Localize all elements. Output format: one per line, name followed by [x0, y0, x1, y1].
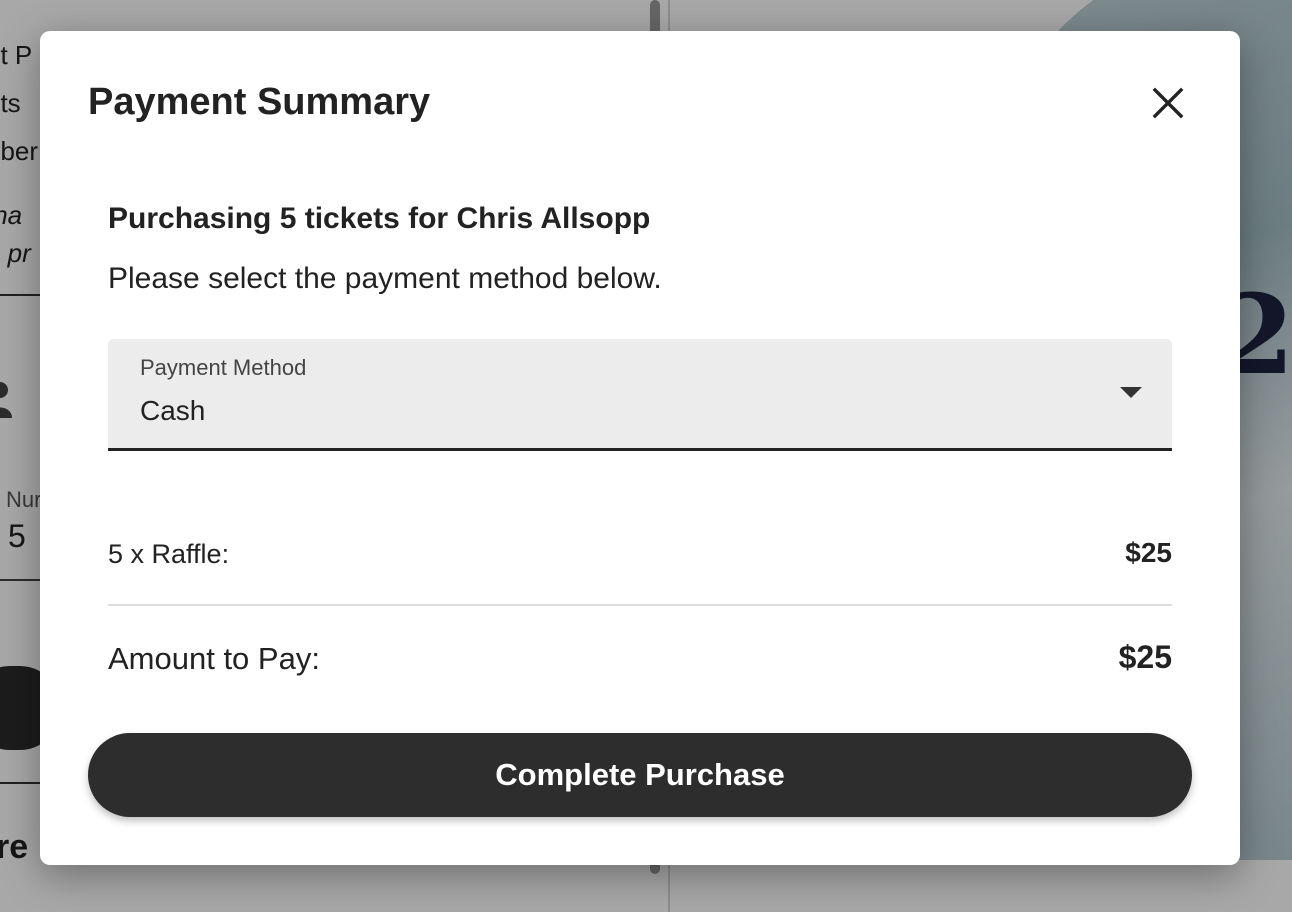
line-item-amount: $25: [1125, 537, 1172, 568]
close-icon[interactable]: [1152, 87, 1184, 119]
payment-method-select[interactable]: Payment Method Cash: [108, 339, 1172, 451]
payment-summary-dialog: Payment Summary Purchasing 5 tickets for…: [40, 31, 1240, 865]
line-item-label: 5 x Raffle:: [108, 539, 230, 569]
dialog-title: Payment Summary: [88, 81, 431, 123]
total-row: Amount to Pay: $25: [108, 635, 1172, 683]
total-amount: $25: [1118, 639, 1172, 675]
payment-instructions: Please select the payment method below.: [108, 262, 662, 295]
purchase-subtitle: Purchasing 5 tickets for Chris Allsopp: [108, 202, 651, 235]
close-button[interactable]: [1146, 81, 1190, 125]
total-label: Amount to Pay:: [108, 641, 320, 676]
payment-method-label: Payment Method: [140, 355, 307, 380]
dropdown-arrow-icon[interactable]: [1120, 387, 1142, 398]
payment-method-value[interactable]: Cash: [140, 395, 205, 427]
summary-divider: [108, 604, 1172, 606]
complete-purchase-button[interactable]: Complete Purchase: [88, 733, 1192, 817]
line-item-row: 5 x Raffle: $25: [108, 533, 1172, 577]
